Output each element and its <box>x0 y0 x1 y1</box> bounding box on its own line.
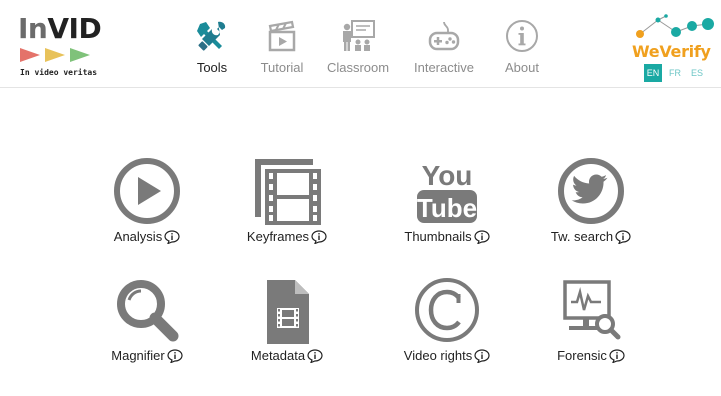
tool-metadata-label: Metadata <box>222 348 352 363</box>
tool-analysis-label: Analysis <box>82 229 212 244</box>
info-bubble-icon[interactable] <box>609 349 625 363</box>
weverify-logo[interactable]: WeVerify EN FR ES <box>628 14 718 84</box>
lang-fr[interactable]: FR <box>666 64 684 82</box>
info-bubble-icon[interactable] <box>307 349 323 363</box>
nav-interactive[interactable]: Interactive <box>404 14 484 80</box>
info-bubble-icon[interactable] <box>615 230 631 244</box>
tools-grid: Analysis Keyframes You Tube Thumbnails T… <box>8 89 713 396</box>
copyright-icon <box>415 278 479 342</box>
clapperboard-icon <box>268 20 296 52</box>
weverify-wordmark: WeVerify <box>632 42 711 61</box>
tool-thumbnails[interactable]: You Tube Thumbnails <box>382 157 512 267</box>
nav-about-label: About <box>505 60 539 75</box>
film-frames-icon <box>255 159 321 225</box>
tool-keyframes[interactable]: Keyframes <box>222 157 352 267</box>
info-bubble-icon[interactable] <box>311 230 327 244</box>
classroom-icon <box>343 20 375 51</box>
lang-es[interactable]: ES <box>688 64 706 82</box>
youtube-icon: You Tube <box>417 160 477 223</box>
file-film-icon <box>267 280 309 344</box>
logo-tagline: In video veritas <box>20 68 98 77</box>
tool-forensic[interactable]: Forensic <box>526 276 656 386</box>
tool-twitter-search[interactable]: Tw. search <box>526 157 656 267</box>
language-switcher: EN FR ES <box>644 64 710 82</box>
nav-interactive-label: Interactive <box>414 60 474 75</box>
logo-wordmark: InVID <box>18 12 102 45</box>
tool-forensic-label: Forensic <box>526 348 656 363</box>
top-header: InVID In video veritas Tools Tutorial Cl… <box>0 0 721 88</box>
info-bubble-icon[interactable] <box>164 230 180 244</box>
nav-tools[interactable]: Tools <box>172 14 252 80</box>
tool-thumbnails-label: Thumbnails <box>382 229 512 244</box>
invid-logo[interactable]: InVID In video veritas <box>18 14 118 78</box>
info-bubble-icon[interactable] <box>473 230 490 244</box>
info-icon <box>506 20 538 52</box>
tool-metadata[interactable]: Metadata <box>222 276 352 386</box>
twitter-icon <box>558 158 624 224</box>
tool-magnifier[interactable]: Magnifier <box>82 276 212 386</box>
info-bubble-icon[interactable] <box>474 349 490 363</box>
nav-about[interactable]: About <box>482 14 562 80</box>
network-dots-icon <box>636 14 714 38</box>
info-bubble-icon[interactable] <box>167 349 183 363</box>
tool-magnifier-label: Magnifier <box>82 348 212 363</box>
nav-tools-label: Tools <box>196 60 228 75</box>
tool-video-rights[interactable]: Video rights <box>382 276 512 386</box>
tool-analysis[interactable]: Analysis <box>82 157 212 267</box>
svg-text:Tube: Tube <box>417 193 477 223</box>
play-icon <box>114 158 180 224</box>
gamepad-icon <box>428 21 460 51</box>
magnifier-icon <box>117 280 179 342</box>
lang-en[interactable]: EN <box>644 64 662 82</box>
nav-tutorial[interactable]: Tutorial <box>242 14 322 80</box>
nav-tutorial-label: Tutorial <box>260 60 304 75</box>
tool-keyframes-label: Keyframes <box>222 229 352 244</box>
svg-text:You: You <box>422 160 473 191</box>
nav-classroom-label: Classroom <box>326 60 390 75</box>
tool-video-rights-label: Video rights <box>382 348 512 363</box>
nav-classroom[interactable]: Classroom <box>318 14 398 80</box>
forensic-icon <box>563 280 621 340</box>
tools-icon <box>197 21 226 51</box>
tool-twitter-search-label: Tw. search <box>526 229 656 244</box>
logo-triangles-icon <box>20 48 90 62</box>
